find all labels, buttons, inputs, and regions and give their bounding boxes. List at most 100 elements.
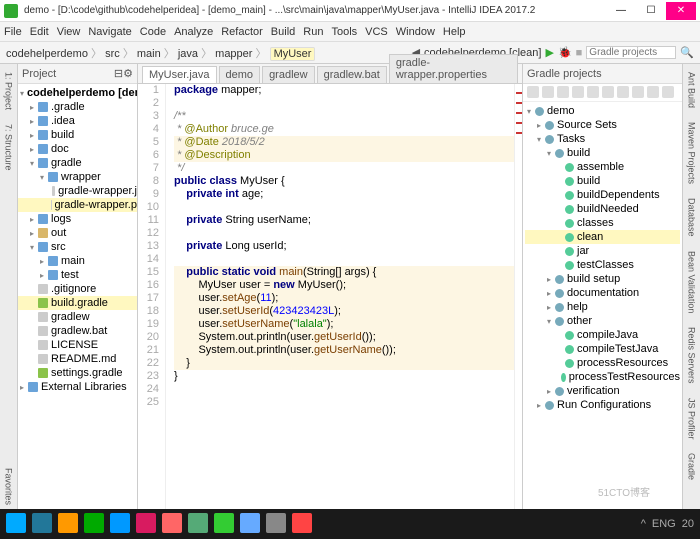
gradle-node[interactable]: build	[525, 174, 680, 188]
gradle-toolbar-button[interactable]	[527, 86, 539, 98]
debug-icon[interactable]: 🐞	[558, 46, 572, 59]
project-node[interactable]: ▾gradle	[18, 156, 137, 170]
editor-tab[interactable]: gradlew	[262, 66, 315, 83]
project-node[interactable]: ▸main	[18, 254, 137, 268]
tool-tab-7-structure[interactable]: 7: Structure	[4, 120, 14, 175]
project-node[interactable]: settings.gradle	[18, 366, 137, 380]
project-node[interactable]: build.gradle	[18, 296, 137, 310]
gradle-node[interactable]: processTestResources	[525, 370, 680, 384]
menu-tools[interactable]: Tools	[331, 26, 357, 38]
menu-run[interactable]: Run	[303, 26, 323, 38]
project-node[interactable]: gradle-wrapper.p	[18, 198, 137, 212]
gradle-toolbar-button[interactable]	[662, 86, 674, 98]
gradle-node[interactable]: jar	[525, 244, 680, 258]
breadcrumb-codehelperdemo[interactable]: codehelperdemo	[6, 48, 88, 60]
stop-icon[interactable]: ■	[576, 47, 583, 59]
gradle-search-input[interactable]	[586, 46, 676, 59]
gradle-toolbar-button[interactable]	[557, 86, 569, 98]
project-node[interactable]: README.md	[18, 352, 137, 366]
breadcrumb-mapper[interactable]: mapper	[215, 48, 252, 60]
taskbar-app-icon[interactable]	[84, 513, 104, 533]
project-node[interactable]: .gitignore	[18, 282, 137, 296]
project-node[interactable]: ▸out	[18, 226, 137, 240]
favorites-tab[interactable]: Favorites	[4, 464, 14, 509]
project-node[interactable]: ▸External Libraries	[18, 380, 137, 394]
gradle-node[interactable]: ▾Tasks	[525, 132, 680, 146]
gradle-toolbar-button[interactable]	[572, 86, 584, 98]
project-node[interactable]: gradle-wrapper.j	[18, 184, 137, 198]
project-node[interactable]: gradlew.bat	[18, 324, 137, 338]
breadcrumb-main[interactable]: main	[137, 48, 161, 60]
gradle-toolbar-button[interactable]	[602, 86, 614, 98]
menu-view[interactable]: View	[57, 26, 81, 38]
error-stripe[interactable]	[514, 84, 522, 509]
gradle-node[interactable]: ▾demo	[525, 104, 680, 118]
project-node[interactable]: ▸build	[18, 128, 137, 142]
taskbar-app-icon[interactable]	[110, 513, 130, 533]
project-node[interactable]: ▸.gradle	[18, 100, 137, 114]
gradle-node[interactable]: ▸documentation	[525, 286, 680, 300]
taskbar-app-icon[interactable]	[6, 513, 26, 533]
project-node[interactable]: ▸.idea	[18, 114, 137, 128]
taskbar-app-icon[interactable]	[58, 513, 78, 533]
gradle-node[interactable]: clean	[525, 230, 680, 244]
menu-navigate[interactable]: Navigate	[88, 26, 131, 38]
tool-tab-bean-validation[interactable]: Bean Validation	[687, 247, 697, 317]
taskbar-app-icon[interactable]	[292, 513, 312, 533]
taskbar-app-icon[interactable]	[162, 513, 182, 533]
tool-tab-js-profiler[interactable]: JS Profiler	[687, 394, 697, 444]
run-icon[interactable]: ▶	[545, 46, 553, 59]
gradle-toolbar-button[interactable]	[587, 86, 599, 98]
menu-edit[interactable]: Edit	[30, 26, 49, 38]
editor-tab[interactable]: demo	[219, 66, 261, 83]
gradle-node[interactable]: processResources	[525, 356, 680, 370]
tray-up-icon[interactable]: ^	[641, 518, 646, 530]
editor-tab[interactable]: gradlew.bat	[317, 66, 387, 83]
gradle-node[interactable]: ▸verification	[525, 384, 680, 398]
gradle-node[interactable]: ▸build setup	[525, 272, 680, 286]
gradle-node[interactable]: assemble	[525, 160, 680, 174]
gradle-node[interactable]: classes	[525, 216, 680, 230]
taskbar-app-icon[interactable]	[214, 513, 234, 533]
gradle-node[interactable]: compileJava	[525, 328, 680, 342]
gear-icon[interactable]: ⚙	[123, 67, 133, 80]
gradle-node[interactable]: buildNeeded	[525, 202, 680, 216]
project-node[interactable]: ▸doc	[18, 142, 137, 156]
project-node[interactable]: ▾src	[18, 240, 137, 254]
editor-tab[interactable]: gradle-wrapper.properties	[389, 54, 518, 83]
tray-lang[interactable]: ENG	[652, 518, 676, 530]
gradle-node[interactable]: ▸help	[525, 300, 680, 314]
breadcrumb-MyUser[interactable]: MyUser	[270, 47, 316, 61]
project-node[interactable]: ▸test	[18, 268, 137, 282]
menu-file[interactable]: File	[4, 26, 22, 38]
tool-tab-1-project[interactable]: 1: Project	[4, 68, 14, 114]
menu-code[interactable]: Code	[140, 26, 166, 38]
gradle-node[interactable]: ▸Source Sets	[525, 118, 680, 132]
gradle-node[interactable]: buildDependents	[525, 188, 680, 202]
tool-tab-ant-build[interactable]: Ant Build	[687, 68, 697, 112]
gradle-toolbar-button[interactable]	[617, 86, 629, 98]
gradle-node[interactable]: ▾other	[525, 314, 680, 328]
code-editor[interactable]: 1234567891011121314151617181920212223242…	[138, 84, 522, 509]
taskbar-app-icon[interactable]	[266, 513, 286, 533]
tool-tab-maven-projects[interactable]: Maven Projects	[687, 118, 697, 188]
code-lines[interactable]: package mapper;/** * @Author bruce.ge * …	[166, 84, 514, 509]
taskbar-app-icon[interactable]	[188, 513, 208, 533]
breadcrumb-java[interactable]: java	[178, 48, 198, 60]
gradle-node[interactable]: testClasses	[525, 258, 680, 272]
menu-refactor[interactable]: Refactor	[221, 26, 263, 38]
menu-help[interactable]: Help	[443, 26, 466, 38]
menu-build[interactable]: Build	[271, 26, 295, 38]
taskbar-app-icon[interactable]	[136, 513, 156, 533]
close-button[interactable]: ✕	[666, 2, 696, 20]
collapse-icon[interactable]: ⊟	[114, 67, 123, 80]
project-tree[interactable]: ▾codehelperdemo [demo]▸.gradle▸.idea▸bui…	[18, 84, 137, 509]
minimize-button[interactable]: —	[606, 2, 636, 20]
gradle-toolbar-button[interactable]	[647, 86, 659, 98]
project-node[interactable]: ▾wrapper	[18, 170, 137, 184]
gradle-node[interactable]: ▾build	[525, 146, 680, 160]
taskbar-app-icon[interactable]	[240, 513, 260, 533]
editor-tab[interactable]: MyUser.java	[142, 66, 217, 83]
taskbar-app-icon[interactable]	[32, 513, 52, 533]
gradle-toolbar-button[interactable]	[542, 86, 554, 98]
